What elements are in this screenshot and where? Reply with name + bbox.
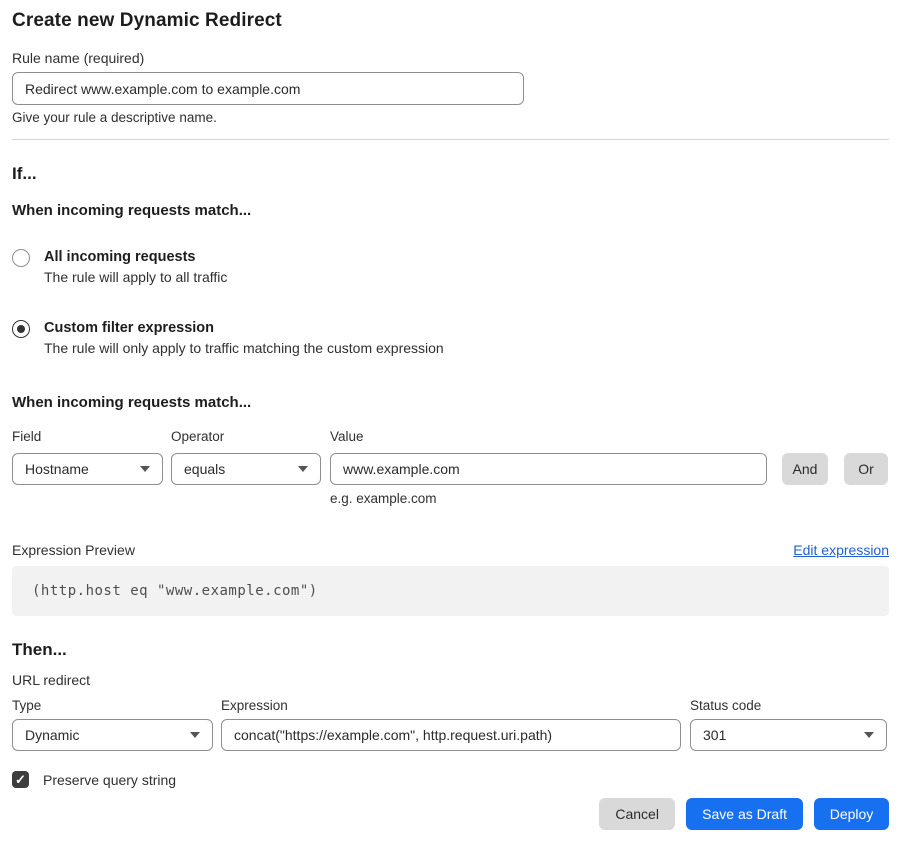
filter-builder-row: Field Hostname Operator equals Value e.g… xyxy=(12,429,889,506)
chevron-down-icon xyxy=(140,466,150,472)
edit-expression-link[interactable]: Edit expression xyxy=(793,542,889,558)
type-select[interactable]: Dynamic xyxy=(12,719,213,751)
create-redirect-form: Create new Dynamic Redirect Rule name (r… xyxy=(0,0,907,843)
rule-name-help: Give your rule a descriptive name. xyxy=(12,110,889,125)
preserve-query-checkbox-row[interactable]: ✓ Preserve query string xyxy=(12,771,889,788)
value-label: Value xyxy=(330,429,767,446)
type-label: Type xyxy=(12,698,213,715)
expression-input[interactable] xyxy=(221,719,681,751)
section-divider xyxy=(12,139,889,140)
radio-unselected-icon[interactable] xyxy=(12,249,30,267)
expression-preview-code: (http.host eq "www.example.com") xyxy=(12,566,889,616)
radio-selected-icon[interactable] xyxy=(12,320,30,338)
radio-option-all-requests[interactable]: All incoming requests The rule will appl… xyxy=(12,249,889,285)
field-select-value: Hostname xyxy=(25,461,89,477)
type-select-value: Dynamic xyxy=(25,727,79,743)
rule-name-input[interactable] xyxy=(12,72,524,105)
redirect-config-row: Type Dynamic Expression Status code 301 xyxy=(12,698,889,751)
then-heading: Then... xyxy=(12,640,889,660)
value-help: e.g. example.com xyxy=(330,491,767,506)
filter-match-heading: When incoming requests match... xyxy=(12,394,889,411)
radio-option-custom-filter[interactable]: Custom filter expression The rule will o… xyxy=(12,320,889,356)
checkbox-checked-icon[interactable]: ✓ xyxy=(12,771,29,788)
save-as-draft-button[interactable]: Save as Draft xyxy=(686,798,803,830)
value-input[interactable] xyxy=(330,453,767,485)
url-redirect-label: URL redirect xyxy=(12,672,889,688)
field-select[interactable]: Hostname xyxy=(12,453,163,485)
chevron-down-icon xyxy=(298,466,308,472)
rule-name-label: Rule name (required) xyxy=(12,50,889,66)
match-heading: When incoming requests match... xyxy=(12,202,889,219)
and-button[interactable]: And xyxy=(782,453,828,485)
or-button[interactable]: Or xyxy=(844,453,888,485)
cancel-button[interactable]: Cancel xyxy=(599,798,675,830)
if-heading: If... xyxy=(12,164,889,184)
chevron-down-icon xyxy=(864,732,874,738)
expression-label: Expression xyxy=(221,698,681,715)
operator-select[interactable]: equals xyxy=(171,453,321,485)
status-code-select-value: 301 xyxy=(703,727,726,743)
operator-select-value: equals xyxy=(184,461,225,477)
chevron-down-icon xyxy=(190,732,200,738)
radio-option-label: All incoming requests xyxy=(44,249,227,265)
status-code-select[interactable]: 301 xyxy=(690,719,887,751)
deploy-button[interactable]: Deploy xyxy=(814,798,889,830)
status-code-label: Status code xyxy=(690,698,887,715)
footer-actions: Cancel Save as Draft Deploy xyxy=(12,798,889,830)
preserve-query-label: Preserve query string xyxy=(43,772,176,788)
operator-label: Operator xyxy=(171,429,321,446)
field-label: Field xyxy=(12,429,163,446)
radio-option-description: The rule will only apply to traffic matc… xyxy=(44,340,444,356)
radio-option-description: The rule will apply to all traffic xyxy=(44,269,227,285)
radio-option-label: Custom filter expression xyxy=(44,320,444,336)
page-title: Create new Dynamic Redirect xyxy=(12,10,889,32)
expression-preview-label: Expression Preview xyxy=(12,542,135,558)
